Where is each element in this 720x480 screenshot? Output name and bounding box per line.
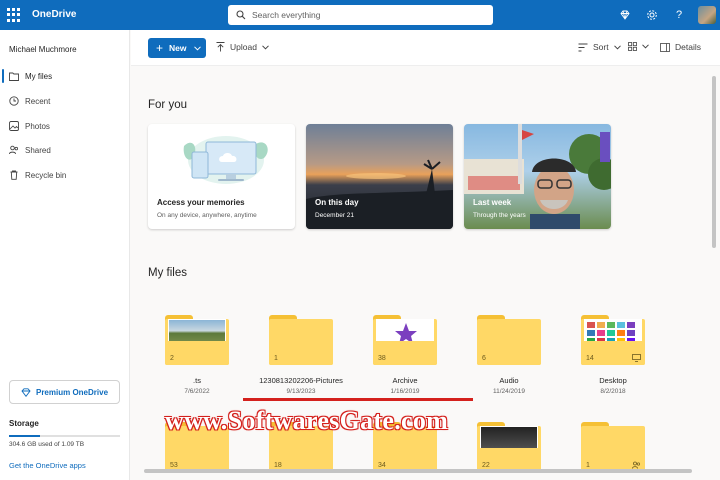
help-icon[interactable]: ? [672, 8, 686, 22]
chevron-down-icon [262, 44, 269, 50]
folder-date: 9/13/2023 [286, 388, 316, 395]
card-title: Access your memories [157, 198, 245, 207]
folder-pictures[interactable]: 1 [269, 315, 333, 365]
card-title: Last week [473, 198, 512, 207]
card-subtitle: Through the years [473, 212, 526, 219]
watermark-text: www.SoftwaresGate.com [165, 406, 449, 435]
sidebar-item-label: Recent [25, 96, 51, 106]
diamond-icon [21, 387, 31, 397]
premium-label: Premium OneDrive [35, 387, 109, 397]
get-apps-link[interactable]: Get the OneDrive apps [9, 461, 86, 470]
item-count: 1 [274, 355, 278, 362]
folder-archive[interactable]: 38 [373, 315, 437, 365]
grid-view-icon [628, 42, 637, 51]
new-button[interactable]: + New [148, 38, 206, 58]
sidebar-item-shared[interactable]: Shared [0, 140, 130, 160]
folder-desktop[interactable]: 14 [581, 315, 645, 365]
horizontal-scrollbar[interactable] [134, 467, 708, 475]
card-subtitle: On any device, anywhere, anytime [157, 212, 257, 219]
details-button[interactable]: Details [660, 42, 701, 52]
premium-button[interactable]: Premium OneDrive [9, 380, 120, 404]
storage-fill [9, 435, 41, 437]
top-bar: OneDrive ? [0, 0, 720, 30]
folder-name[interactable]: Desktop [558, 376, 668, 385]
gear-icon[interactable] [645, 8, 659, 22]
sort-label: Sort [593, 42, 609, 52]
folder-date: 8/2/2018 [600, 388, 626, 395]
app-name[interactable]: OneDrive [32, 9, 76, 20]
monitor-icon [632, 354, 641, 362]
details-label: Details [675, 42, 701, 52]
command-bar: + New Upload Sort Details [131, 30, 720, 66]
view-options-button[interactable] [628, 42, 654, 51]
folder-name[interactable]: Audio [454, 376, 564, 385]
sidebar-item-label: My files [25, 71, 53, 81]
avatar[interactable] [698, 6, 716, 24]
folder-audio[interactable]: 6 [477, 315, 541, 365]
folder-name[interactable]: 1230813202206-Pictures [246, 376, 356, 385]
card-title: On this day [315, 198, 359, 207]
scroll-thumb[interactable] [144, 469, 692, 473]
sidebar-item-label: Recycle bin [25, 170, 67, 180]
details-icon [660, 42, 670, 52]
item-count: 2 [170, 355, 174, 362]
sidebar-item-label: Photos [25, 121, 50, 131]
search-icon [236, 10, 246, 20]
sort-button[interactable]: Sort [578, 42, 626, 52]
my-files-title: My files [148, 267, 187, 279]
new-label: New [169, 43, 187, 53]
waffle-icon[interactable] [7, 8, 21, 22]
on-this-day-card[interactable]: On this day December 21 [306, 124, 453, 229]
folder-date: 11/24/2019 [492, 388, 526, 395]
storage-text: 304.6 GB used of 1.09 TB [9, 441, 85, 448]
scroll-thumb[interactable] [712, 76, 716, 248]
watermark-underline [243, 398, 473, 401]
sidebar-item-photos[interactable]: Photos [0, 116, 130, 136]
sidebar-item-recent[interactable]: Recent [0, 91, 130, 111]
storage-title: Storage [9, 419, 39, 428]
folder-icon [9, 72, 19, 81]
item-count: 6 [482, 355, 486, 362]
upload-button[interactable]: Upload [216, 42, 274, 52]
item-count: 38 [378, 355, 386, 362]
sidebar-item-recycle-bin[interactable]: Recycle bin [0, 165, 130, 185]
sidebar: Michael Muchmore My files Recent Photos … [0, 30, 130, 480]
user-name: Michael Muchmore [9, 45, 77, 54]
devices-illustration [183, 136, 268, 184]
folder-row2-5[interactable]: 1 [581, 422, 645, 472]
chevron-down-icon [193, 45, 201, 51]
folder-name[interactable]: Archive [350, 376, 460, 385]
search-box[interactable] [228, 5, 493, 25]
storage-bar [9, 435, 120, 437]
card-subtitle: December 21 [315, 212, 355, 219]
folder-name[interactable]: .ts [142, 376, 252, 385]
folder-date: 7/6/2022 [184, 388, 210, 395]
upload-icon [216, 42, 225, 52]
vertical-scrollbar[interactable] [711, 68, 717, 468]
sort-icon [578, 43, 588, 51]
image-icon [9, 121, 19, 131]
memories-card[interactable]: Access your memories On any device, anyw… [148, 124, 295, 229]
folder-ts[interactable]: 2 [165, 315, 229, 365]
plus-icon: + [156, 41, 164, 55]
diamond-icon[interactable] [618, 8, 632, 22]
item-count: 14 [586, 355, 594, 362]
chevron-down-icon [642, 44, 649, 49]
sidebar-item-my-files[interactable]: My files [0, 66, 130, 86]
upload-label: Upload [230, 42, 257, 52]
search-input[interactable] [252, 10, 472, 20]
sidebar-item-label: Shared [25, 145, 51, 155]
folder-date: 1/16/2019 [390, 388, 420, 395]
for-you-title: For you [148, 99, 187, 111]
chevron-down-icon [613, 44, 621, 50]
clock-icon [9, 96, 19, 106]
last-week-card[interactable]: Last week Through the years [464, 124, 611, 229]
trash-icon [10, 170, 18, 180]
people-icon [9, 145, 18, 155]
